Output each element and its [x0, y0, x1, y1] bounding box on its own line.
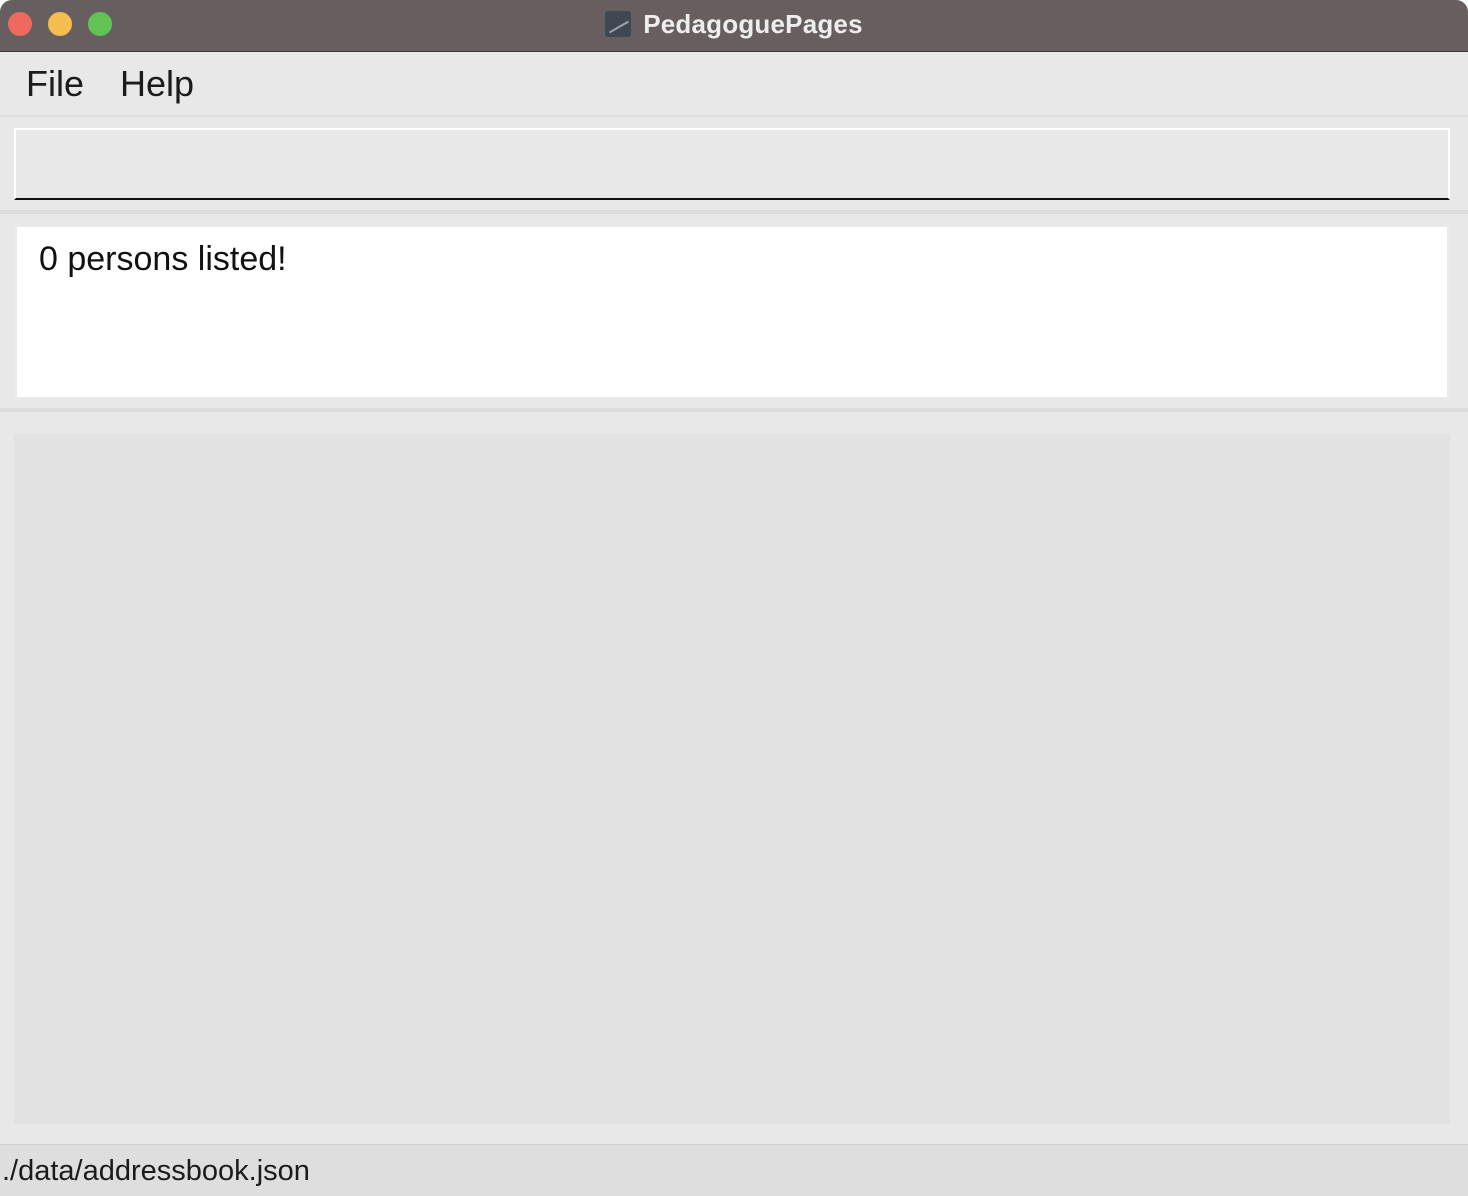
- app-window: PedagoguePages File Help 0 persons liste…: [0, 0, 1468, 1196]
- person-list[interactable]: [14, 434, 1450, 1124]
- window-title: PedagoguePages: [643, 8, 863, 39]
- menu-bar: File Help: [0, 53, 1468, 117]
- menu-help[interactable]: Help: [120, 63, 194, 105]
- result-display[interactable]: 0 persons listed!: [14, 224, 1450, 400]
- save-location: ./data/addressbook.json: [2, 1155, 310, 1187]
- app-icon: [605, 11, 632, 37]
- command-box-container: [0, 118, 1468, 214]
- menu-file[interactable]: File: [26, 63, 84, 105]
- result-message: 0 persons listed!: [39, 240, 287, 278]
- title-group: PedagoguePages: [0, 0, 1468, 48]
- command-input[interactable]: [14, 128, 1450, 200]
- title-bar[interactable]: PedagoguePages: [0, 0, 1468, 52]
- result-display-container: 0 persons listed!: [0, 214, 1468, 412]
- person-list-container: [0, 414, 1468, 1144]
- status-bar: ./data/addressbook.json: [0, 1144, 1468, 1196]
